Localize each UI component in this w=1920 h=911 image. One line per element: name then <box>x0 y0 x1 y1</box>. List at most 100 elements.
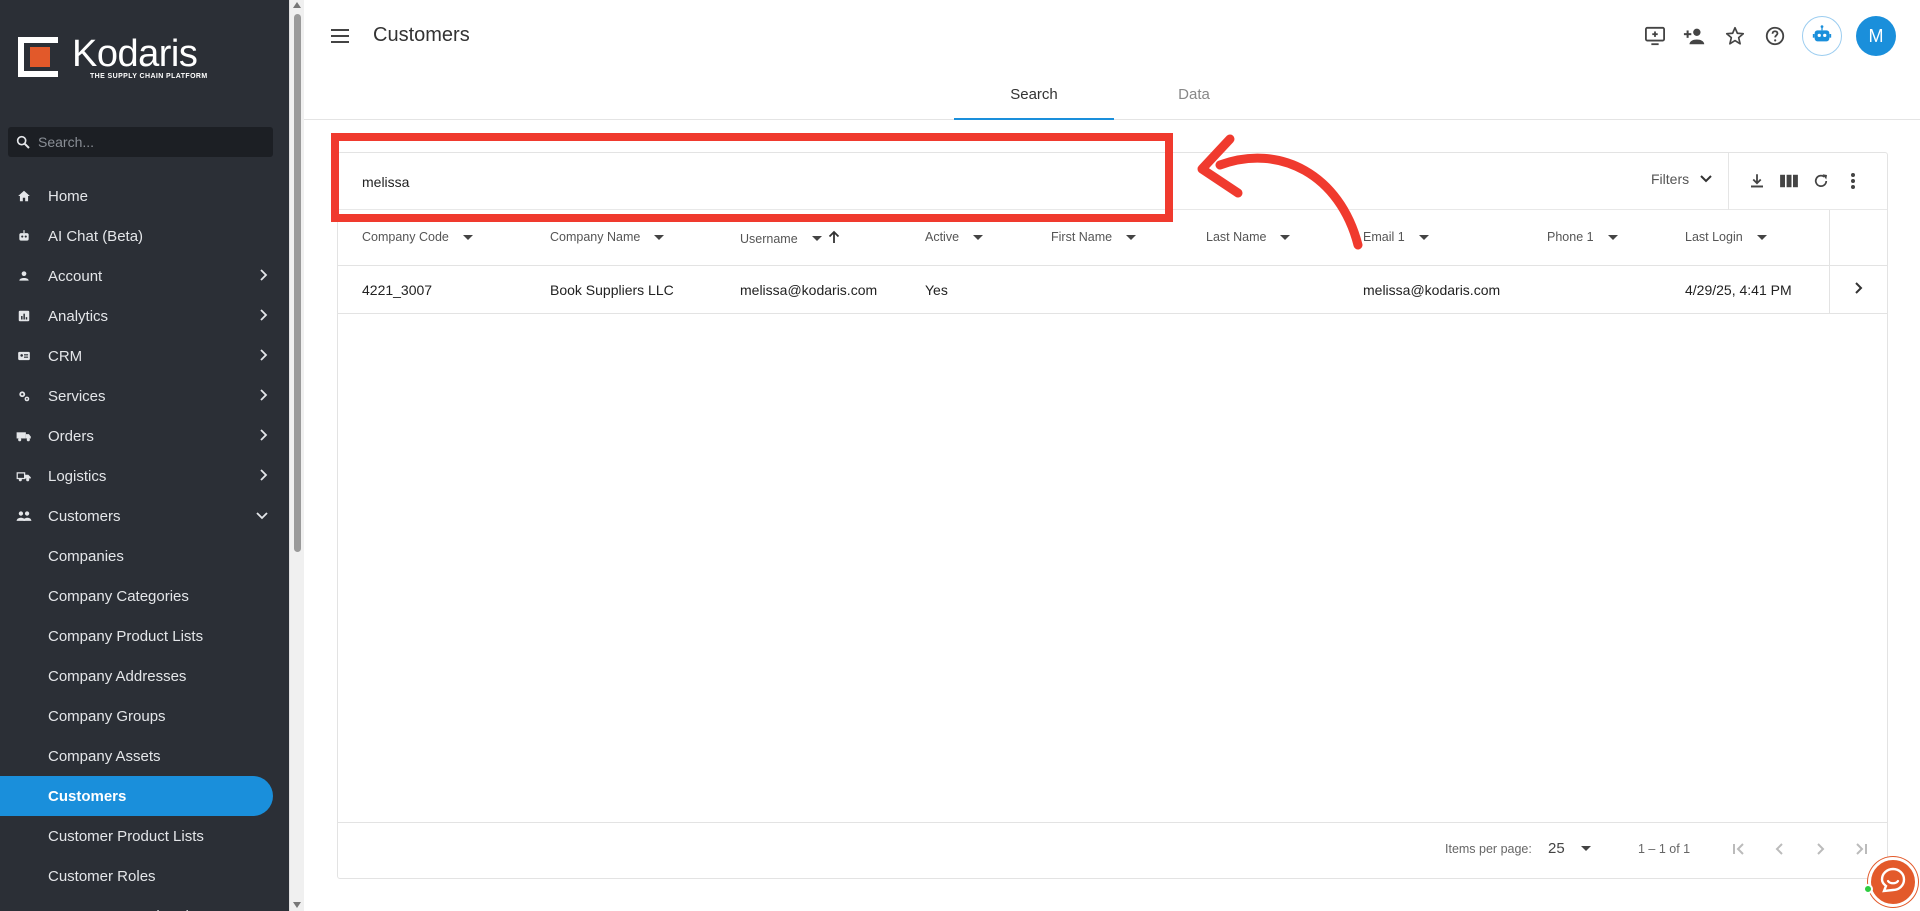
table-row[interactable]: 4221_3007 Book Suppliers LLC melissa@kod… <box>338 266 1887 314</box>
support-chat-button[interactable] <box>1868 857 1918 907</box>
page-navigation <box>1728 837 1872 861</box>
chevron-down-icon <box>1699 171 1713 187</box>
star-icon[interactable] <box>1722 23 1748 49</box>
sidebar-item-ai-chat[interactable]: AI Chat (Beta) <box>0 216 289 256</box>
sidebar-item-orders[interactable]: Orders <box>0 416 289 456</box>
chevron-right-icon <box>259 428 269 446</box>
sidebar-item-logistics[interactable]: Logistics <box>0 456 289 496</box>
sort-caret-icon[interactable] <box>811 236 822 241</box>
sidebar-item-home[interactable]: Home <box>0 176 289 216</box>
sidebar-item-label: Analytics <box>48 307 109 325</box>
columns-icon[interactable] <box>1778 170 1800 192</box>
sidebar-search-input[interactable] <box>38 134 258 150</box>
kodaris-logo-mark <box>18 37 58 77</box>
scrollbar-thumb[interactable] <box>294 14 301 552</box>
sidebar-subitem-customer-saved-orders[interactable]: Customer Saved Ord... <box>0 896 289 911</box>
items-per-page-select[interactable]: 25 <box>1548 840 1591 857</box>
cell-company-name: Book Suppliers LLC <box>550 282 674 298</box>
column-header-first-name[interactable]: First Name <box>1051 230 1137 244</box>
home-icon <box>16 188 32 204</box>
chevron-right-icon <box>1854 281 1864 300</box>
column-divider <box>1829 210 1830 266</box>
sidebar-subitem-company-categories[interactable]: Company Categories <box>0 576 289 616</box>
paginator: Items per page: 25 1 – 1 of 1 <box>338 822 1887 878</box>
chevron-down-icon <box>255 508 269 525</box>
toolbar-divider <box>1728 153 1729 210</box>
sidebar-scrollbar[interactable] <box>289 0 304 911</box>
people-icon <box>16 508 32 524</box>
column-label: Company Name <box>550 230 641 244</box>
sort-caret-icon[interactable] <box>1607 234 1618 240</box>
tab-search[interactable]: Search <box>954 86 1114 120</box>
add-screen-icon[interactable] <box>1642 23 1668 49</box>
sidebar-nav: Home AI Chat (Beta) Account Analytics CR… <box>0 176 289 911</box>
sidebar-subitem-companies[interactable]: Companies <box>0 536 289 576</box>
cell-username: melissa@kodaris.com <box>740 282 878 298</box>
sidebar-subitem-company-product-lists[interactable]: Company Product Lists <box>0 616 289 656</box>
sort-caret-icon[interactable] <box>654 234 665 240</box>
kodaris-logo[interactable]: Kodaris THE SUPPLY CHAIN PLATFORM <box>18 34 208 80</box>
next-page-icon[interactable] <box>1808 837 1832 861</box>
customers-table-card: Filters Company Code Company Name Userna… <box>337 152 1888 879</box>
sidebar-item-services[interactable]: Services <box>0 376 289 416</box>
sidebar-item-label: Services <box>48 387 106 405</box>
chart-icon <box>16 308 32 324</box>
sort-caret-icon[interactable] <box>973 234 984 240</box>
column-header-last-login[interactable]: Last Login <box>1685 230 1767 244</box>
sidebar-item-label: AI Chat (Beta) <box>48 227 144 245</box>
truck-icon <box>16 428 32 444</box>
sort-caret-icon[interactable] <box>462 234 473 240</box>
sidebar-item-label: Logistics <box>48 467 107 485</box>
download-icon[interactable] <box>1746 170 1768 192</box>
column-header-company-name[interactable]: Company Name <box>550 230 665 244</box>
column-label: Company Code <box>362 230 449 244</box>
logo-name: Kodaris <box>72 32 198 75</box>
sidebar-item-crm[interactable]: CRM <box>0 336 289 376</box>
sidebar-subitem-customer-product-lists[interactable]: Customer Product Lists <box>0 816 289 856</box>
page-range: 1 – 1 of 1 <box>1638 842 1691 856</box>
help-icon[interactable] <box>1762 23 1788 49</box>
chevron-right-icon <box>259 468 269 486</box>
menu-icon[interactable] <box>331 29 349 43</box>
more-vert-icon[interactable] <box>1842 170 1864 192</box>
scroll-down-arrow-icon[interactable] <box>293 902 301 908</box>
column-header-company-code[interactable]: Company Code <box>362 230 473 244</box>
sidebar-item-customers[interactable]: Customers <box>0 496 289 536</box>
sidebar-item-account[interactable]: Account <box>0 256 289 296</box>
first-page-icon[interactable] <box>1728 837 1752 861</box>
cell-last-login: 4/29/25, 4:41 PM <box>1685 282 1792 298</box>
sort-caret-icon[interactable] <box>1756 234 1767 240</box>
column-header-phone1[interactable]: Phone 1 <box>1547 230 1618 244</box>
add-person-icon[interactable] <box>1682 23 1708 49</box>
scroll-up-arrow-icon[interactable] <box>293 2 301 8</box>
sidebar-item-label: Orders <box>48 427 94 445</box>
sidebar-subitem-company-groups[interactable]: Company Groups <box>0 696 289 736</box>
previous-page-icon[interactable] <box>1768 837 1792 861</box>
column-label: First Name <box>1051 230 1113 244</box>
sort-ascending-arrow-icon[interactable] <box>828 230 840 247</box>
annotation-highlight-box <box>331 133 1173 222</box>
items-per-page-value: 25 <box>1548 840 1565 857</box>
sidebar-item-analytics[interactable]: Analytics <box>0 296 289 336</box>
sidebar-subitem-company-assets[interactable]: Company Assets <box>0 736 289 776</box>
sidebar-subitem-customers[interactable]: Customers <box>0 776 273 816</box>
last-page-icon[interactable] <box>1848 837 1872 861</box>
items-per-page-label: Items per page: <box>1445 842 1532 856</box>
ai-assistant-button[interactable] <box>1802 16 1842 56</box>
sidebar-subitem-company-addresses[interactable]: Company Addresses <box>0 656 289 696</box>
refresh-icon[interactable] <box>1810 170 1832 192</box>
row-open-button[interactable] <box>1829 266 1887 314</box>
shipping-icon <box>16 468 32 484</box>
column-header-email1[interactable]: Email 1 <box>1363 230 1429 244</box>
sidebar-subitem-customer-roles[interactable]: Customer Roles <box>0 856 289 896</box>
sidebar-item-label: Account <box>48 267 103 285</box>
column-header-username[interactable]: Username <box>740 230 840 247</box>
sort-caret-icon[interactable] <box>1126 234 1137 240</box>
user-avatar[interactable]: M <box>1856 16 1896 56</box>
sidebar: Kodaris THE SUPPLY CHAIN PLATFORM Home A… <box>0 0 289 911</box>
sort-caret-icon[interactable] <box>1418 234 1429 240</box>
person-icon <box>16 268 32 284</box>
column-header-active[interactable]: Active <box>925 230 984 244</box>
filters-button[interactable]: Filters <box>1651 171 1713 187</box>
tab-data[interactable]: Data <box>1114 86 1274 120</box>
